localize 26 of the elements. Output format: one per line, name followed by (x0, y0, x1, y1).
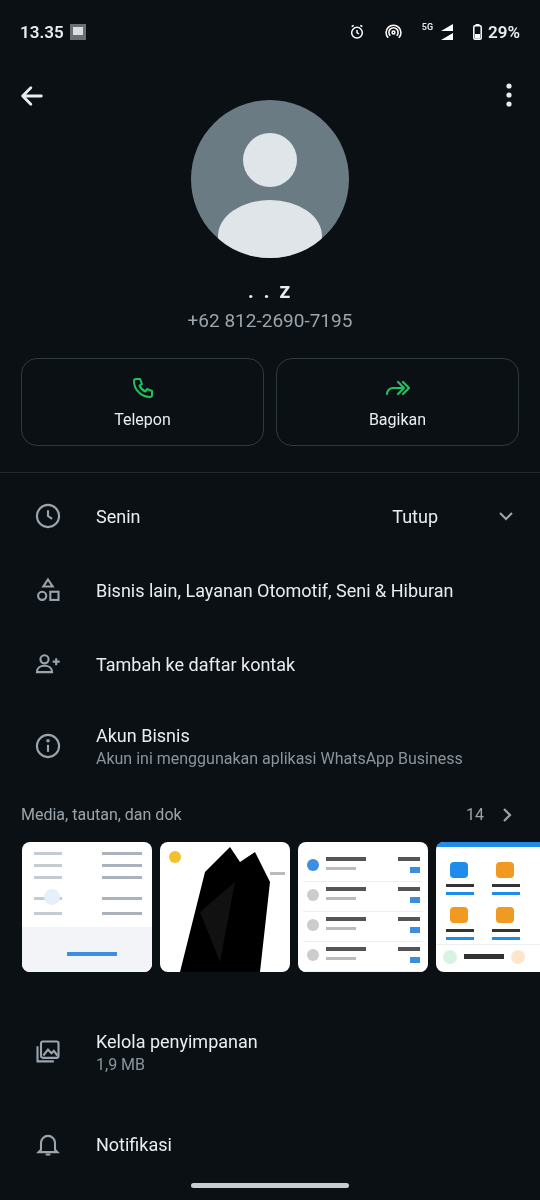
battery-level: 29% (488, 22, 520, 42)
clock-icon (34, 502, 62, 530)
media-count: 14 (466, 805, 484, 824)
notification-icon (69, 24, 86, 40)
row-subtitle: Akun ini menggunakan aplikasi WhatsApp Business (96, 748, 464, 768)
clock-time: 13.35 (20, 22, 64, 42)
call-button[interactable]: Telepon (21, 358, 264, 446)
row-title: Bisnis lain, Layanan Otomotif, Seni & Hiburan (96, 579, 455, 601)
network-type: 5G (421, 22, 434, 32)
signal-icon (439, 24, 454, 40)
row-title: Akun Bisnis (96, 724, 191, 746)
info-icon (34, 732, 62, 760)
business-day: Senin (96, 505, 359, 527)
media-title: Media, tautan, dan dok (21, 805, 182, 824)
open-status: Tutup (392, 505, 438, 527)
battery-icon (473, 24, 483, 40)
share-button[interactable]: Bagikan (276, 358, 519, 446)
contact-name: . . z (247, 278, 293, 303)
setting-title[interactable]: Kelola penyimpanan (96, 1030, 516, 1052)
phone-number: +62 812-2690-7195 (187, 309, 353, 332)
row-title[interactable]: Tambah ke daftar kontak (96, 653, 516, 675)
alarm-icon (348, 24, 365, 40)
setting-title[interactable]: Notifikasi (96, 1133, 516, 1155)
hotspot-icon (384, 23, 402, 41)
shapes-icon (34, 576, 62, 604)
setting-subtitle: 1,9 MB (96, 1054, 147, 1074)
